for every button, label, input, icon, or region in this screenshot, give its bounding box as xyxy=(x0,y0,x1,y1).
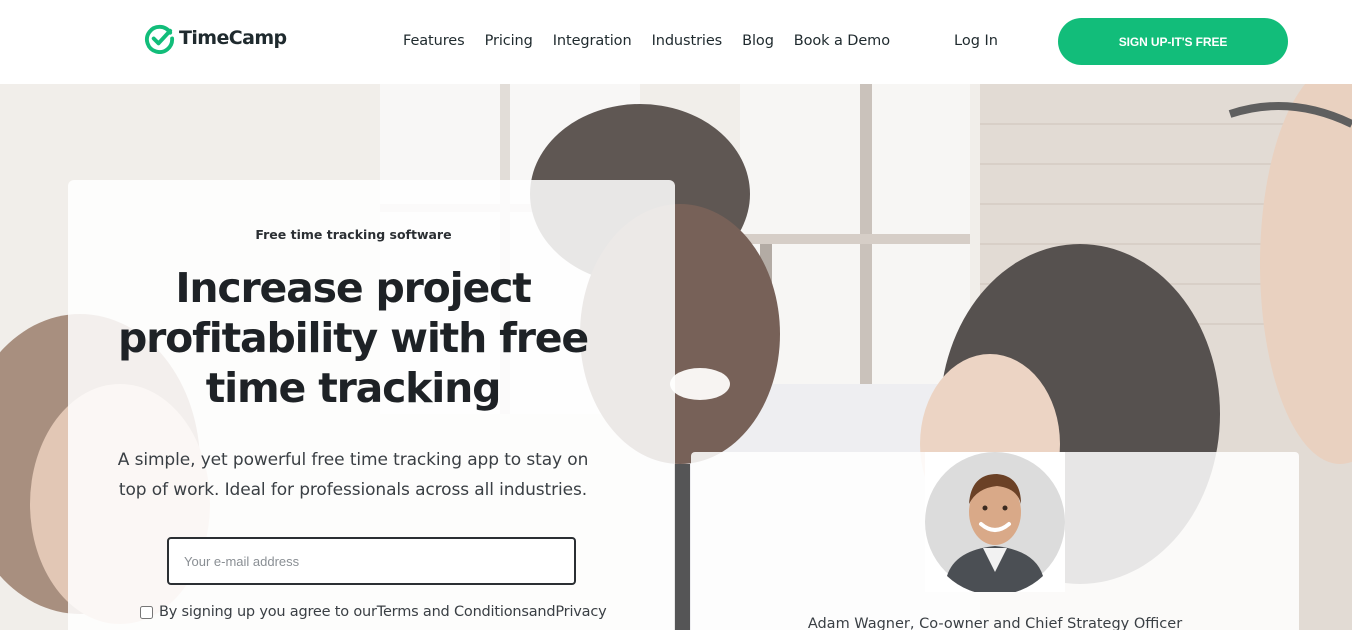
email-input[interactable] xyxy=(167,537,576,585)
site-header: TimeCamp Features Pricing Integration In… xyxy=(0,0,1352,84)
login-link[interactable]: Log In xyxy=(954,29,998,53)
nav-blog[interactable]: Blog xyxy=(742,33,774,49)
hero-card: Free time tracking software Increase pro… xyxy=(68,180,675,630)
signup-button[interactable]: SIGN UP-IT'S FREE xyxy=(1058,18,1288,65)
terms-agreement: By signing up you agree to ourTerms and … xyxy=(140,604,607,620)
nav-book-demo[interactable]: Book a Demo xyxy=(794,33,890,49)
hero-subheadline: A simple, yet powerful free time trackin… xyxy=(117,450,589,500)
terms-checkbox[interactable] xyxy=(140,605,153,619)
terms-text: By signing up you agree to ourTerms and … xyxy=(159,604,607,620)
nav-pricing[interactable]: Pricing xyxy=(485,33,533,49)
testimonial-author: Adam Wagner, Co-owner and Chief Strategy… xyxy=(807,616,1183,630)
hero-eyebrow: Free time tracking software xyxy=(255,227,452,242)
timecamp-logo[interactable]: TimeCamp xyxy=(144,22,287,54)
logo-wordmark: TimeCamp xyxy=(179,27,287,49)
checkmark-circle-icon xyxy=(145,24,175,54)
nav-features[interactable]: Features xyxy=(403,33,465,49)
avatar xyxy=(925,452,1065,592)
hero-headline: Increase project profitability with free… xyxy=(117,264,589,412)
testimonial-card: Adam Wagner, Co-owner and Chief Strategy… xyxy=(691,452,1299,630)
nav-industries[interactable]: Industries xyxy=(652,33,723,49)
nav-integration[interactable]: Integration xyxy=(553,33,632,49)
main-nav: Features Pricing Integration Industries … xyxy=(393,29,900,53)
